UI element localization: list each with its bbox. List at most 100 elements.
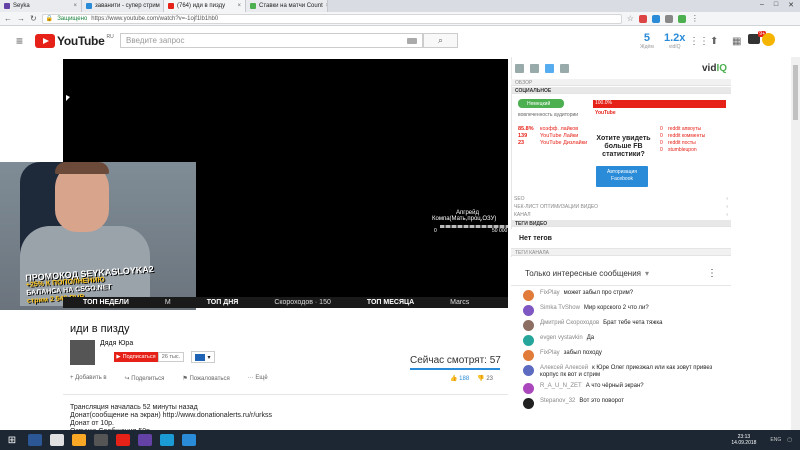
stat-counter: 5 Ждём: [640, 32, 654, 50]
like-button[interactable]: 👍 188: [450, 375, 469, 382]
tab-title: Ставки на матчи Count: [259, 3, 323, 9]
taskbar-app-icon[interactable]: [138, 434, 152, 446]
dislike-button[interactable]: 👎 23: [477, 375, 493, 382]
section-overview[interactable]: ОБЗОР: [511, 79, 731, 86]
section-channel-tags[interactable]: ТЕГИ КАНАЛА: [511, 249, 731, 256]
stat-row: 85.8% коэфф. лайков: [518, 126, 587, 133]
taskbar-app-icon[interactable]: [50, 434, 64, 446]
bell-icon[interactable]: [560, 63, 569, 73]
report-button[interactable]: ⚑ Пожаловаться: [182, 375, 229, 382]
like-count: 188: [459, 376, 470, 382]
stat-text: reddit посты: [668, 140, 696, 146]
avatar: [523, 398, 534, 409]
live-viewers: Сейчас смотрят: 57: [410, 355, 501, 366]
apps-grid-icon[interactable]: ⋮⋮: [689, 36, 709, 47]
more-button[interactable]: ··· Ещё: [248, 375, 268, 382]
close-icon[interactable]: ×: [237, 3, 241, 9]
chat-author[interactable]: R_A_U_N_ZET: [540, 383, 582, 389]
close-icon[interactable]: ×: [326, 3, 327, 9]
taskbar-app-icon[interactable]: [182, 434, 196, 446]
extension-icon[interactable]: [651, 14, 660, 23]
taskbar-app-icon[interactable]: [94, 434, 108, 446]
taskbar-app-icon[interactable]: [28, 434, 42, 446]
close-icon[interactable]: ×: [73, 3, 77, 9]
upload-icon[interactable]: ⬆: [710, 36, 718, 47]
section-seo[interactable]: SEO ‹: [514, 196, 728, 202]
keyboard-icon[interactable]: [407, 37, 417, 44]
subscribe-button[interactable]: ▶ Подписаться: [114, 352, 158, 362]
stat-label: vidIQ: [668, 44, 681, 50]
extension-icon[interactable]: [638, 14, 647, 23]
share-extension-button[interactable]: ▾: [191, 351, 215, 363]
hamburger-menu-icon[interactable]: ≡: [16, 34, 23, 48]
notification-icon[interactable]: ▢: [787, 437, 792, 443]
twitter-icon[interactable]: [545, 63, 554, 73]
ticker-value: Marcs: [450, 299, 470, 306]
chat-author[interactable]: Simka TvShow: [540, 305, 580, 311]
section-video-tags[interactable]: ТЕГИ ВИДЕО: [511, 220, 731, 227]
youtube-icon[interactable]: [530, 63, 539, 73]
scrollbar-thumb[interactable]: [793, 65, 798, 120]
goal-label: Компа(Мать,проц,ОЗУ): [432, 216, 497, 222]
search-button[interactable]: ⌕: [423, 33, 458, 48]
channel-name[interactable]: Дядя Юра: [100, 340, 133, 347]
close-window-icon[interactable]: ✕: [788, 1, 794, 9]
page-scrollbar[interactable]: [791, 57, 800, 430]
chat-author[interactable]: evgen vystavkin: [540, 335, 583, 341]
menu-icon[interactable]: ⋮: [691, 14, 699, 23]
like-bar: 👍 188 👎 23: [450, 375, 493, 382]
add-to-button[interactable]: + Добавить в: [70, 375, 107, 382]
vidiq-speed[interactable]: 1.2x vidIQ: [664, 32, 685, 50]
more-vert-icon[interactable]: ⋮: [707, 268, 717, 279]
browser-tab[interactable]: Ставки на матчи Count×: [246, 0, 328, 12]
taskbar-clock[interactable]: 23:13 14.09.2018: [731, 434, 756, 446]
section-social[interactable]: СОЦИАЛЬНОЕ: [511, 87, 731, 94]
browser-tab-active[interactable]: (764) иди в пизду ×: [164, 0, 246, 12]
ticker-label: ТОП НЕДЕЛИ: [83, 299, 129, 306]
url-field[interactable]: 🔒 Защищено https://www.youtube.com/watch…: [41, 13, 622, 24]
chat-author[interactable]: Дмитрий Скороходов: [540, 320, 599, 326]
tab-title: Seyka: [13, 3, 30, 9]
share-button[interactable]: ↪ Поделиться: [125, 375, 165, 382]
taskbar-app-icon[interactable]: [72, 434, 86, 446]
chat-message: FixPlay может забыл про стрим?: [511, 288, 731, 303]
facebook-auth-button[interactable]: Авторизация Facebook: [596, 166, 648, 187]
divider: [63, 394, 508, 395]
chat-author[interactable]: Stepanov_32: [540, 398, 575, 404]
back-icon[interactable]: ←: [4, 14, 12, 23]
row-label: КАНАЛ: [514, 212, 531, 218]
channel-avatar[interactable]: [70, 340, 95, 365]
taskbar-app-icon[interactable]: [160, 434, 174, 446]
chat-author[interactable]: FixPlay: [540, 290, 560, 296]
forward-icon[interactable]: →: [17, 14, 25, 23]
minimize-icon[interactable]: –: [760, 1, 764, 9]
stat-number: 0: [660, 147, 663, 153]
section-checklist[interactable]: ЧЕК-ЛИСТ ОПТИМИЗАЦИИ ВИДЕО ‹: [514, 204, 728, 210]
avatar[interactable]: [762, 33, 775, 46]
chat-author[interactable]: Алексей Алексей: [540, 365, 588, 371]
stat-number: 139: [518, 133, 528, 139]
language-indicator[interactable]: ENG: [770, 437, 781, 443]
stat-number: 0: [660, 140, 663, 146]
button-label: Авторизация: [607, 169, 637, 175]
browser-tab[interactable]: Seyka ×: [0, 0, 82, 12]
chat-author[interactable]: FixPlay: [540, 350, 560, 356]
browser-tab[interactable]: заванити - супер стрим×: [82, 0, 164, 12]
maximize-icon[interactable]: □: [774, 1, 778, 9]
chevron-left-icon: ‹: [726, 204, 728, 210]
extension-icon[interactable]: [677, 14, 686, 23]
stat-number: 85.8%: [518, 126, 534, 132]
notifications-icon[interactable]: 9+: [748, 31, 766, 44]
taskbar-app-icon[interactable]: [116, 434, 130, 446]
windows-start-icon[interactable]: ⊞: [4, 432, 20, 448]
section-channel[interactable]: КАНАЛ ‹: [514, 212, 728, 218]
search-input[interactable]: Введите запрос: [120, 33, 423, 48]
stat-text: reddit комменты: [668, 133, 706, 139]
reload-icon[interactable]: ↻: [30, 14, 37, 23]
apps-icon[interactable]: ▦: [732, 36, 741, 47]
grid-icon[interactable]: [515, 63, 524, 73]
youtube-logo[interactable]: YouTube RU: [35, 34, 114, 48]
star-icon[interactable]: ☆: [627, 14, 634, 23]
chat-header[interactable]: Только интересные сообщения ▾ ⋮: [511, 262, 731, 286]
extension-icon[interactable]: [664, 14, 673, 23]
